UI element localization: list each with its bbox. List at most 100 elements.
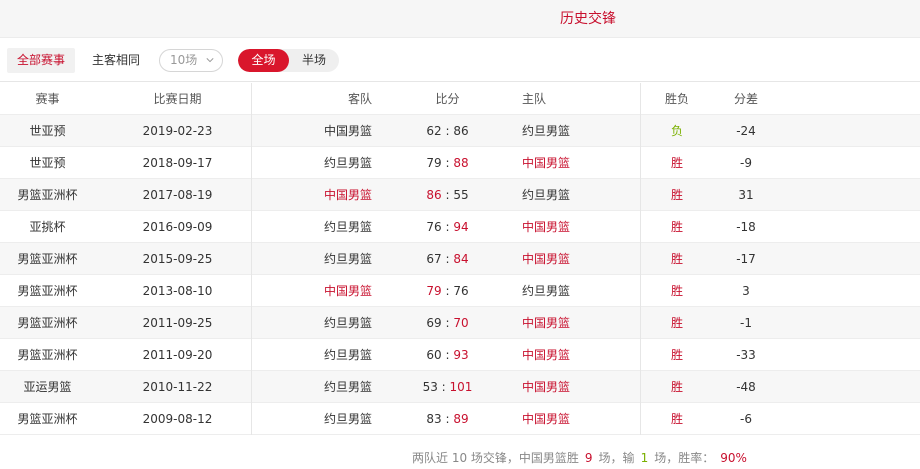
away-score: 83: [426, 412, 442, 426]
home-score: 84: [453, 252, 469, 266]
full-game-tab[interactable]: 全场: [238, 49, 289, 72]
cell-date: 2009-08-12: [142, 412, 213, 426]
table-row: 男篮亚洲杯 2017-08-19 中国男篮 86 : 55 约旦男篮 胜 31: [0, 179, 920, 211]
cell-win-loss: 胜: [670, 316, 683, 330]
cell-event: 世亚预: [29, 156, 66, 170]
cell-away-team: 约旦男篮: [323, 220, 372, 234]
cell-score: 79 : 76: [410, 275, 485, 307]
history-table: 赛事 比赛日期 客队 比分 主队 胜负 分差 世亚预 2019-02-23 中国男篮…: [0, 83, 920, 435]
home-score: 86: [453, 124, 469, 138]
cell-date: 2011-09-20: [142, 348, 213, 362]
home-score: 94: [453, 220, 469, 234]
cell-date: 2019-02-23: [142, 124, 213, 138]
score-separator: :: [441, 348, 454, 362]
score-separator: :: [441, 124, 454, 138]
cell-diff: -1: [740, 316, 752, 330]
away-score: 76: [426, 220, 442, 234]
summary-line: 两队近 10 场交锋，中国男篮胜 9 场，输 1 场，胜率： 90%: [412, 449, 753, 466]
cell-diff: -33: [736, 348, 756, 362]
home-score: 88: [453, 156, 469, 170]
cell-score: 83 : 89: [410, 403, 485, 435]
header-away: 客队: [347, 92, 372, 106]
cell-win-loss: 胜: [670, 220, 683, 234]
away-score: 69: [426, 316, 442, 330]
cell-score: 62 : 86: [410, 115, 485, 147]
score-separator: :: [437, 380, 450, 394]
cell-date: 2016-09-09: [142, 220, 213, 234]
away-score: 79: [426, 284, 442, 298]
score-separator: :: [441, 412, 454, 426]
match-count-value: 10场: [170, 53, 198, 67]
header-win-loss: 胜负: [664, 92, 689, 106]
cell-event: 男篮亚洲杯: [17, 348, 78, 362]
cell-home-team: 约旦男篮: [522, 284, 571, 298]
cell-home-team: 中国男篮: [522, 252, 571, 266]
home-score: 89: [453, 412, 469, 426]
half-game-tab[interactable]: 半场: [289, 49, 339, 72]
score-separator: :: [441, 316, 454, 330]
away-score: 60: [426, 348, 442, 362]
table-row: 世亚预 2019-02-23 中国男篮 62 : 86 约旦男篮 负 -24: [0, 115, 920, 147]
cell-away-team: 约旦男篮: [323, 380, 372, 394]
cell-event: 男篮亚洲杯: [17, 412, 78, 426]
cell-diff: -9: [740, 156, 752, 170]
all-events-button[interactable]: 全部赛事: [7, 48, 75, 73]
table-row: 男篮亚洲杯 2009-08-12 约旦男篮 83 : 89 中国男篮 胜 -6: [0, 403, 920, 435]
title-bar: 历史交锋: [0, 0, 920, 38]
away-score: 79: [426, 156, 442, 170]
cell-score: 60 : 93: [410, 339, 485, 371]
cell-score: 76 : 94: [410, 211, 485, 243]
cell-event: 男篮亚洲杯: [17, 284, 78, 298]
cell-score: 79 : 88: [410, 147, 485, 179]
header-diff: 分差: [733, 92, 758, 106]
cell-away-team: 约旦男篮: [323, 252, 372, 266]
table-row: 男篮亚洲杯 2011-09-25 约旦男篮 69 : 70 中国男篮 胜 -1: [0, 307, 920, 339]
table-body: 世亚预 2019-02-23 中国男篮 62 : 86 约旦男篮 负 -24 世亚预 2018-…: [0, 115, 920, 435]
cell-away-team: 约旦男篮: [323, 348, 372, 362]
cell-event: 亚运男篮: [23, 380, 72, 394]
cell-diff: -48: [736, 380, 756, 394]
table-row: 世亚预 2018-09-17 约旦男篮 79 : 88 中国男篮 胜 -9: [0, 147, 920, 179]
home-score: 101: [449, 380, 473, 394]
table-row: 男篮亚洲杯 2011-09-20 约旦男篮 60 : 93 中国男篮 胜 -33: [0, 339, 920, 371]
cell-event: 亚挑杯: [29, 220, 66, 234]
page-title: 历史交锋: [560, 11, 616, 27]
away-score: 53: [422, 380, 438, 394]
column-divider: [640, 83, 641, 435]
table-row: 男篮亚洲杯 2013-08-10 中国男篮 79 : 76 约旦男篮 胜 3: [0, 275, 920, 307]
cell-event: 男篮亚洲杯: [17, 188, 78, 202]
cell-home-team: 约旦男篮: [522, 188, 571, 202]
cell-date: 2017-08-19: [142, 188, 213, 202]
home-score: 70: [453, 316, 469, 330]
period-toggle: 全场 半场: [238, 49, 339, 72]
summary-prefix: 两队近 10 场交锋，中国男篮胜: [412, 451, 579, 465]
cell-diff: -24: [736, 124, 756, 138]
home-score: 76: [453, 284, 469, 298]
same-home-away-button[interactable]: 主客相同: [92, 48, 140, 73]
cell-win-loss: 胜: [670, 412, 683, 426]
table-row: 亚挑杯 2016-09-09 约旦男篮 76 : 94 中国男篮 胜 -18: [0, 211, 920, 243]
cell-score: 86 : 55: [410, 179, 485, 211]
score-separator: :: [441, 252, 454, 266]
cell-win-loss: 胜: [670, 380, 683, 394]
match-count-select[interactable]: 10场: [159, 49, 223, 72]
cell-event: 男篮亚洲杯: [17, 316, 78, 330]
cell-win-loss: 负: [670, 124, 683, 138]
cell-away-team: 约旦男篮: [323, 412, 372, 426]
header-date: 比赛日期: [153, 92, 202, 106]
cell-date: 2015-09-25: [142, 252, 213, 266]
summary-mid: 场，输: [598, 451, 635, 465]
cell-diff: 31: [738, 188, 754, 202]
cell-date: 2010-11-22: [142, 380, 213, 394]
table-row: 男篮亚洲杯 2015-09-25 约旦男篮 67 : 84 中国男篮 胜 -17: [0, 243, 920, 275]
score-separator: :: [441, 188, 454, 202]
cell-away-team: 中国男篮: [323, 188, 372, 202]
cell-win-loss: 胜: [670, 348, 683, 362]
header-event: 赛事: [35, 92, 60, 106]
away-score: 86: [426, 188, 442, 202]
cell-away-team: 中国男篮: [323, 124, 372, 138]
cell-home-team: 中国男篮: [522, 316, 571, 330]
column-divider: [251, 83, 252, 435]
score-separator: :: [441, 220, 454, 234]
chevron-down-icon: [206, 58, 214, 63]
